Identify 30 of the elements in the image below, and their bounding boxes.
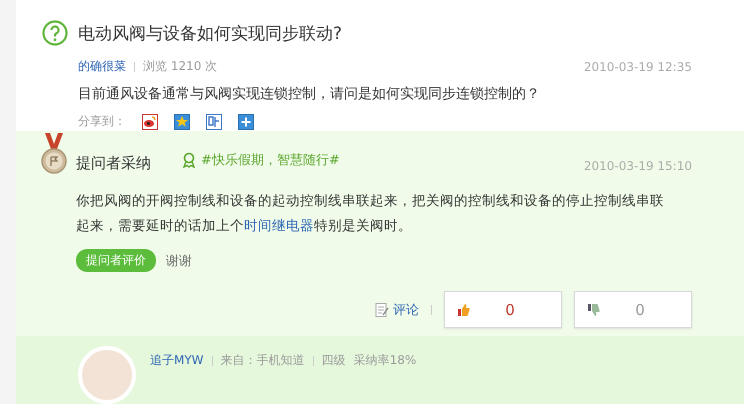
- source-text: 来自：手机知道: [220, 352, 305, 369]
- note-icon: [374, 302, 390, 318]
- answer-text: 你把风阀的开阀控制线和设备的起动控制线串联起来，把关阀的控制线和设备的停止控制线串联起来，需要延时的话加上个时间继电器特别是关阀时。: [76, 192, 665, 236]
- plus-icon[interactable]: [238, 114, 254, 130]
- level-text: 四级: [322, 352, 346, 369]
- question-mark-icon: [42, 20, 68, 46]
- question-title: 电动风阀与设备如何实现同步联动?: [78, 22, 342, 44]
- thumbs-down-icon: [587, 302, 601, 317]
- view-count: 浏览 1210 次: [143, 58, 218, 75]
- accepted-label: 提问者采纳: [76, 154, 151, 174]
- medal-icon: [40, 133, 68, 176]
- answerer-link[interactable]: 追子MYW: [150, 352, 204, 369]
- answer-date: 2010-03-19 15:10: [584, 159, 692, 174]
- star-icon[interactable]: [174, 114, 190, 130]
- share-label: 分享到：: [78, 113, 126, 130]
- comment-link[interactable]: 评论: [374, 300, 419, 319]
- author-link[interactable]: 的确很菜: [78, 58, 126, 75]
- ribbon-icon: [181, 152, 197, 168]
- like-count: 0: [504, 300, 516, 319]
- thumbs-up-icon: [457, 302, 471, 317]
- comment-label: 评论: [393, 302, 419, 319]
- like-button[interactable]: 0: [444, 291, 562, 328]
- relay-link[interactable]: 时间继电器: [244, 218, 314, 234]
- post-date: 2010-03-19 12:35: [584, 60, 692, 74]
- dislike-count: 0: [634, 300, 646, 319]
- question-text: 目前通风设备通常与风阀实现连锁控制，请问是如何实现同步连锁控制的？: [78, 85, 541, 103]
- dislike-button[interactable]: 0: [574, 291, 692, 328]
- thanks-text: 谢谢: [166, 252, 192, 270]
- accept-rate: 采纳率18%: [354, 352, 416, 369]
- topic-tag-link[interactable]: #快乐假期，智慧随行#: [201, 151, 340, 170]
